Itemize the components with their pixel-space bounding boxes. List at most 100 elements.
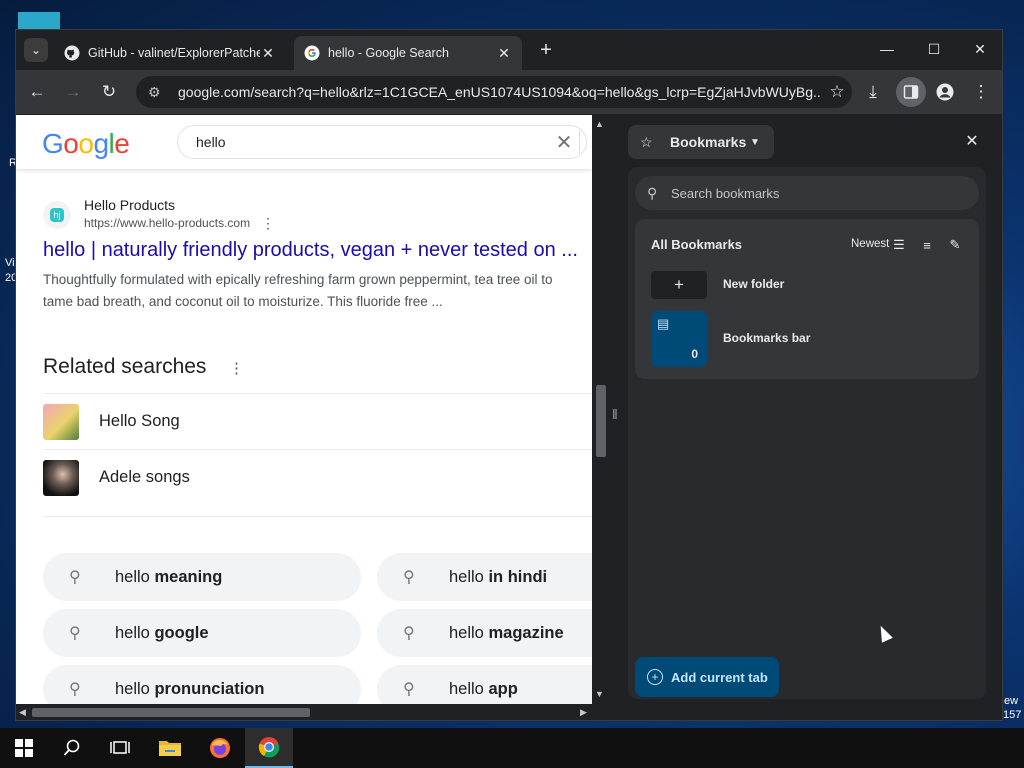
maximize-button[interactable]: ☐ [919,38,949,60]
related-search-item[interactable]: Hello Song [43,393,592,449]
result-title-link[interactable]: hello | naturally friendly products, veg… [43,239,592,262]
plus-icon: + [674,275,684,294]
chip-bold: app [488,679,518,698]
chip-prefix: hello [449,623,484,642]
folder-label[interactable]: Bookmarks bar [723,331,810,345]
thumbnail-image [43,403,79,440]
suggestion-chip[interactable]: ⚲ hello google [43,609,361,657]
side-panel-title: Bookmarks [670,134,747,150]
reload-icon: ↻ [101,82,117,101]
close-icon[interactable]: ✕ [260,45,276,62]
reload-button[interactable]: ↻ [96,79,122,105]
tab-title: hello - Google Search [328,46,449,60]
downloads-button[interactable]: ⤓ [860,79,886,105]
search-query: hello [196,134,226,150]
new-tab-button[interactable]: + [534,38,558,62]
firefox-button[interactable] [196,728,244,768]
folder-icon: ▤ [657,316,670,331]
close-side-panel-button[interactable]: ✕ [962,131,982,151]
profile-button[interactable] [932,79,958,105]
web-page: Google hello ✕ hj Hello Products https:/… [16,115,592,704]
search-placeholder: Search bookmarks [671,185,780,201]
bookmarks-icon: ☆ [640,133,653,150]
chip-prefix: hello [115,623,150,642]
new-folder-button[interactable]: + [651,271,707,299]
side-panel-resize-handle[interactable]: ‖ [612,406,620,426]
scroll-left-icon[interactable]: ◀ [19,707,26,718]
more-vert-icon[interactable]: ⋮ [229,359,244,377]
result-site-name[interactable]: Hello Products [84,197,175,213]
tab-google-search[interactable]: hello - Google Search ✕ [294,36,522,70]
clear-icon[interactable]: ✕ [549,130,579,155]
suggestion-chip[interactable]: ⚲ hello pronunciation [43,665,361,704]
tab-github[interactable]: GitHub - valinet/ExplorerPatche ✕ [54,36,286,70]
logo-letter: G [42,128,64,159]
site-info-icon[interactable]: ⚙ [148,84,168,101]
chip-prefix: hello [449,567,484,586]
file-explorer-button[interactable] [146,728,194,768]
bookmarks-side-panel: ☆ Bookmarks ▼ ✕ ⚲ Search bookmarks All B… [624,115,994,720]
result-url[interactable]: https://www.hello-products.com [84,216,250,230]
section-title: All Bookmarks [651,237,743,252]
new-folder-label[interactable]: New folder [723,277,784,291]
search-icon: ⚲ [69,625,81,642]
task-view-button[interactable] [96,728,144,768]
bookmark-star-icon[interactable]: ☆ [822,82,852,102]
close-icon: ✕ [965,133,979,150]
tab-search-button[interactable]: ⌄ [24,38,48,62]
vertical-scrollbar[interactable]: ▲ ▼ [592,115,608,704]
scroll-down-icon[interactable]: ▼ [595,689,604,699]
minimize-icon: — [880,41,894,57]
list-view-icon[interactable]: ≡ [917,235,937,255]
search-icon: ⚲ [403,569,415,586]
side-panel-selector[interactable]: ☆ Bookmarks ▼ [628,125,774,159]
folder-icon [159,741,181,756]
chip-bold: in hindi [488,567,548,586]
add-current-tab-button[interactable]: + Add current tab [635,657,779,697]
chrome-button[interactable] [245,728,293,768]
taskbar [0,728,1024,768]
chip-prefix: hello [115,567,150,586]
forward-button[interactable]: → [60,79,86,105]
close-icon[interactable]: ✕ [496,45,512,62]
chrome-icon [258,737,280,758]
add-circle-icon: + [647,669,663,685]
filter-icon[interactable]: ☰ [889,235,909,255]
more-vert-icon[interactable]: ⋮ [261,215,275,232]
close-window-button[interactable]: ✕ [965,38,995,60]
address-bar[interactable]: ⚙ google.com/search?q=hello&rlz=1C1GCEA_… [136,76,852,108]
scroll-up-icon[interactable]: ▲ [595,119,604,129]
related-search-item[interactable]: Adele songs [43,449,592,505]
chip-prefix: hello [115,679,150,698]
scrollbar-thumb[interactable] [596,385,606,457]
horizontal-scrollbar[interactable]: ◀ ▶ [16,704,592,720]
menu-button[interactable]: ⋮ [968,79,994,105]
back-button[interactable]: ← [24,79,50,105]
bookmarks-bar-folder[interactable]: ▤ 0 [651,311,707,367]
search-input[interactable]: hello ✕ [177,125,587,159]
add-current-tab-label: Add current tab [671,669,768,685]
scroll-right-icon[interactable]: ▶ [580,707,587,718]
minimize-button[interactable]: — [872,38,902,60]
start-button[interactable] [0,728,48,768]
suggestion-chip[interactable]: ⚲ hello app [377,665,592,704]
desktop-icon[interactable] [18,12,60,30]
site-favicon-text: hj [50,208,64,222]
suggestion-chip[interactable]: ⚲ hello magazine [377,609,592,657]
bookmark-search-input[interactable]: ⚲ Search bookmarks [635,176,979,210]
desktop-text: ew [1004,695,1019,707]
chip-bold: meaning [154,567,223,586]
sort-button[interactable]: Newest [851,238,889,250]
google-logo[interactable]: Google [42,128,130,160]
side-panel-button[interactable] [896,77,926,107]
caret-down-icon: ▼ [750,136,760,148]
logo-letter: o [78,128,94,159]
related-search-label: Hello Song [99,412,180,430]
suggestion-chip[interactable]: ⚲ hello in hindi [377,553,592,601]
google-header: Google hello ✕ [16,115,592,169]
edit-icon[interactable]: ✎ [945,235,965,255]
scrollbar-thumb[interactable] [32,708,310,717]
suggestion-chip[interactable]: ⚲ hello meaning [43,553,361,601]
taskbar-search-button[interactable] [48,728,96,768]
tab-title: GitHub - valinet/ExplorerPatche [88,46,260,60]
